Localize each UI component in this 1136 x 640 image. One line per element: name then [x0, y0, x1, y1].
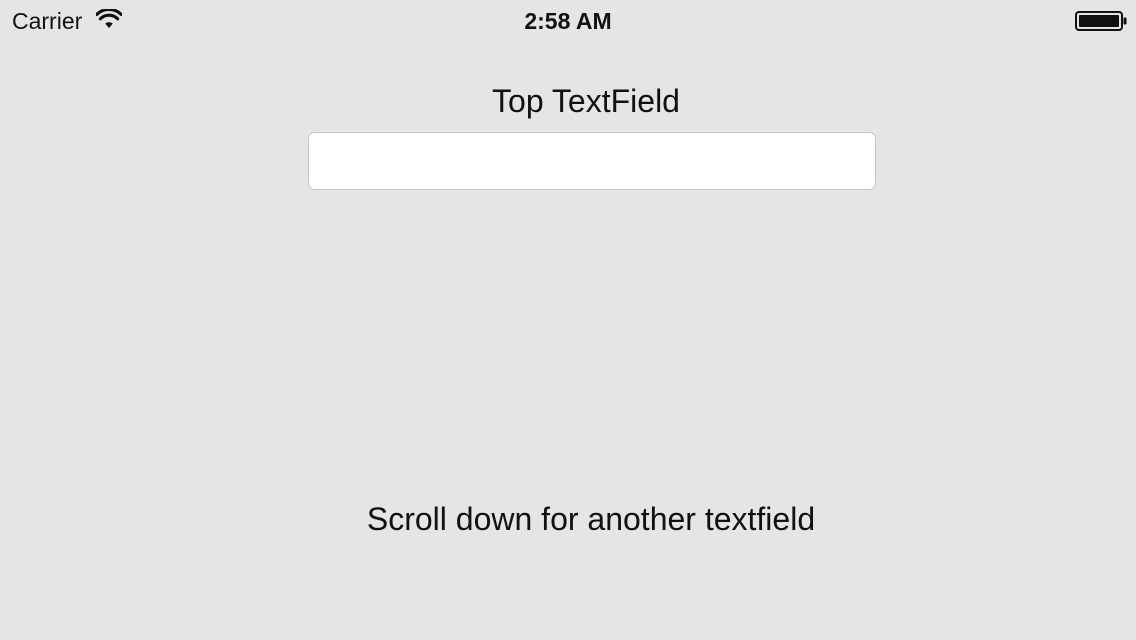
status-bar: Carrier 2:58 AM [0, 0, 1136, 40]
scroll-hint-label: Scroll down for another textfield [366, 501, 816, 537]
status-clock: 2:58 AM [524, 8, 612, 34]
battery-icon [1075, 11, 1127, 31]
top-textfield[interactable] [308, 132, 876, 190]
top-textfield-label: Top TextField [492, 83, 680, 119]
